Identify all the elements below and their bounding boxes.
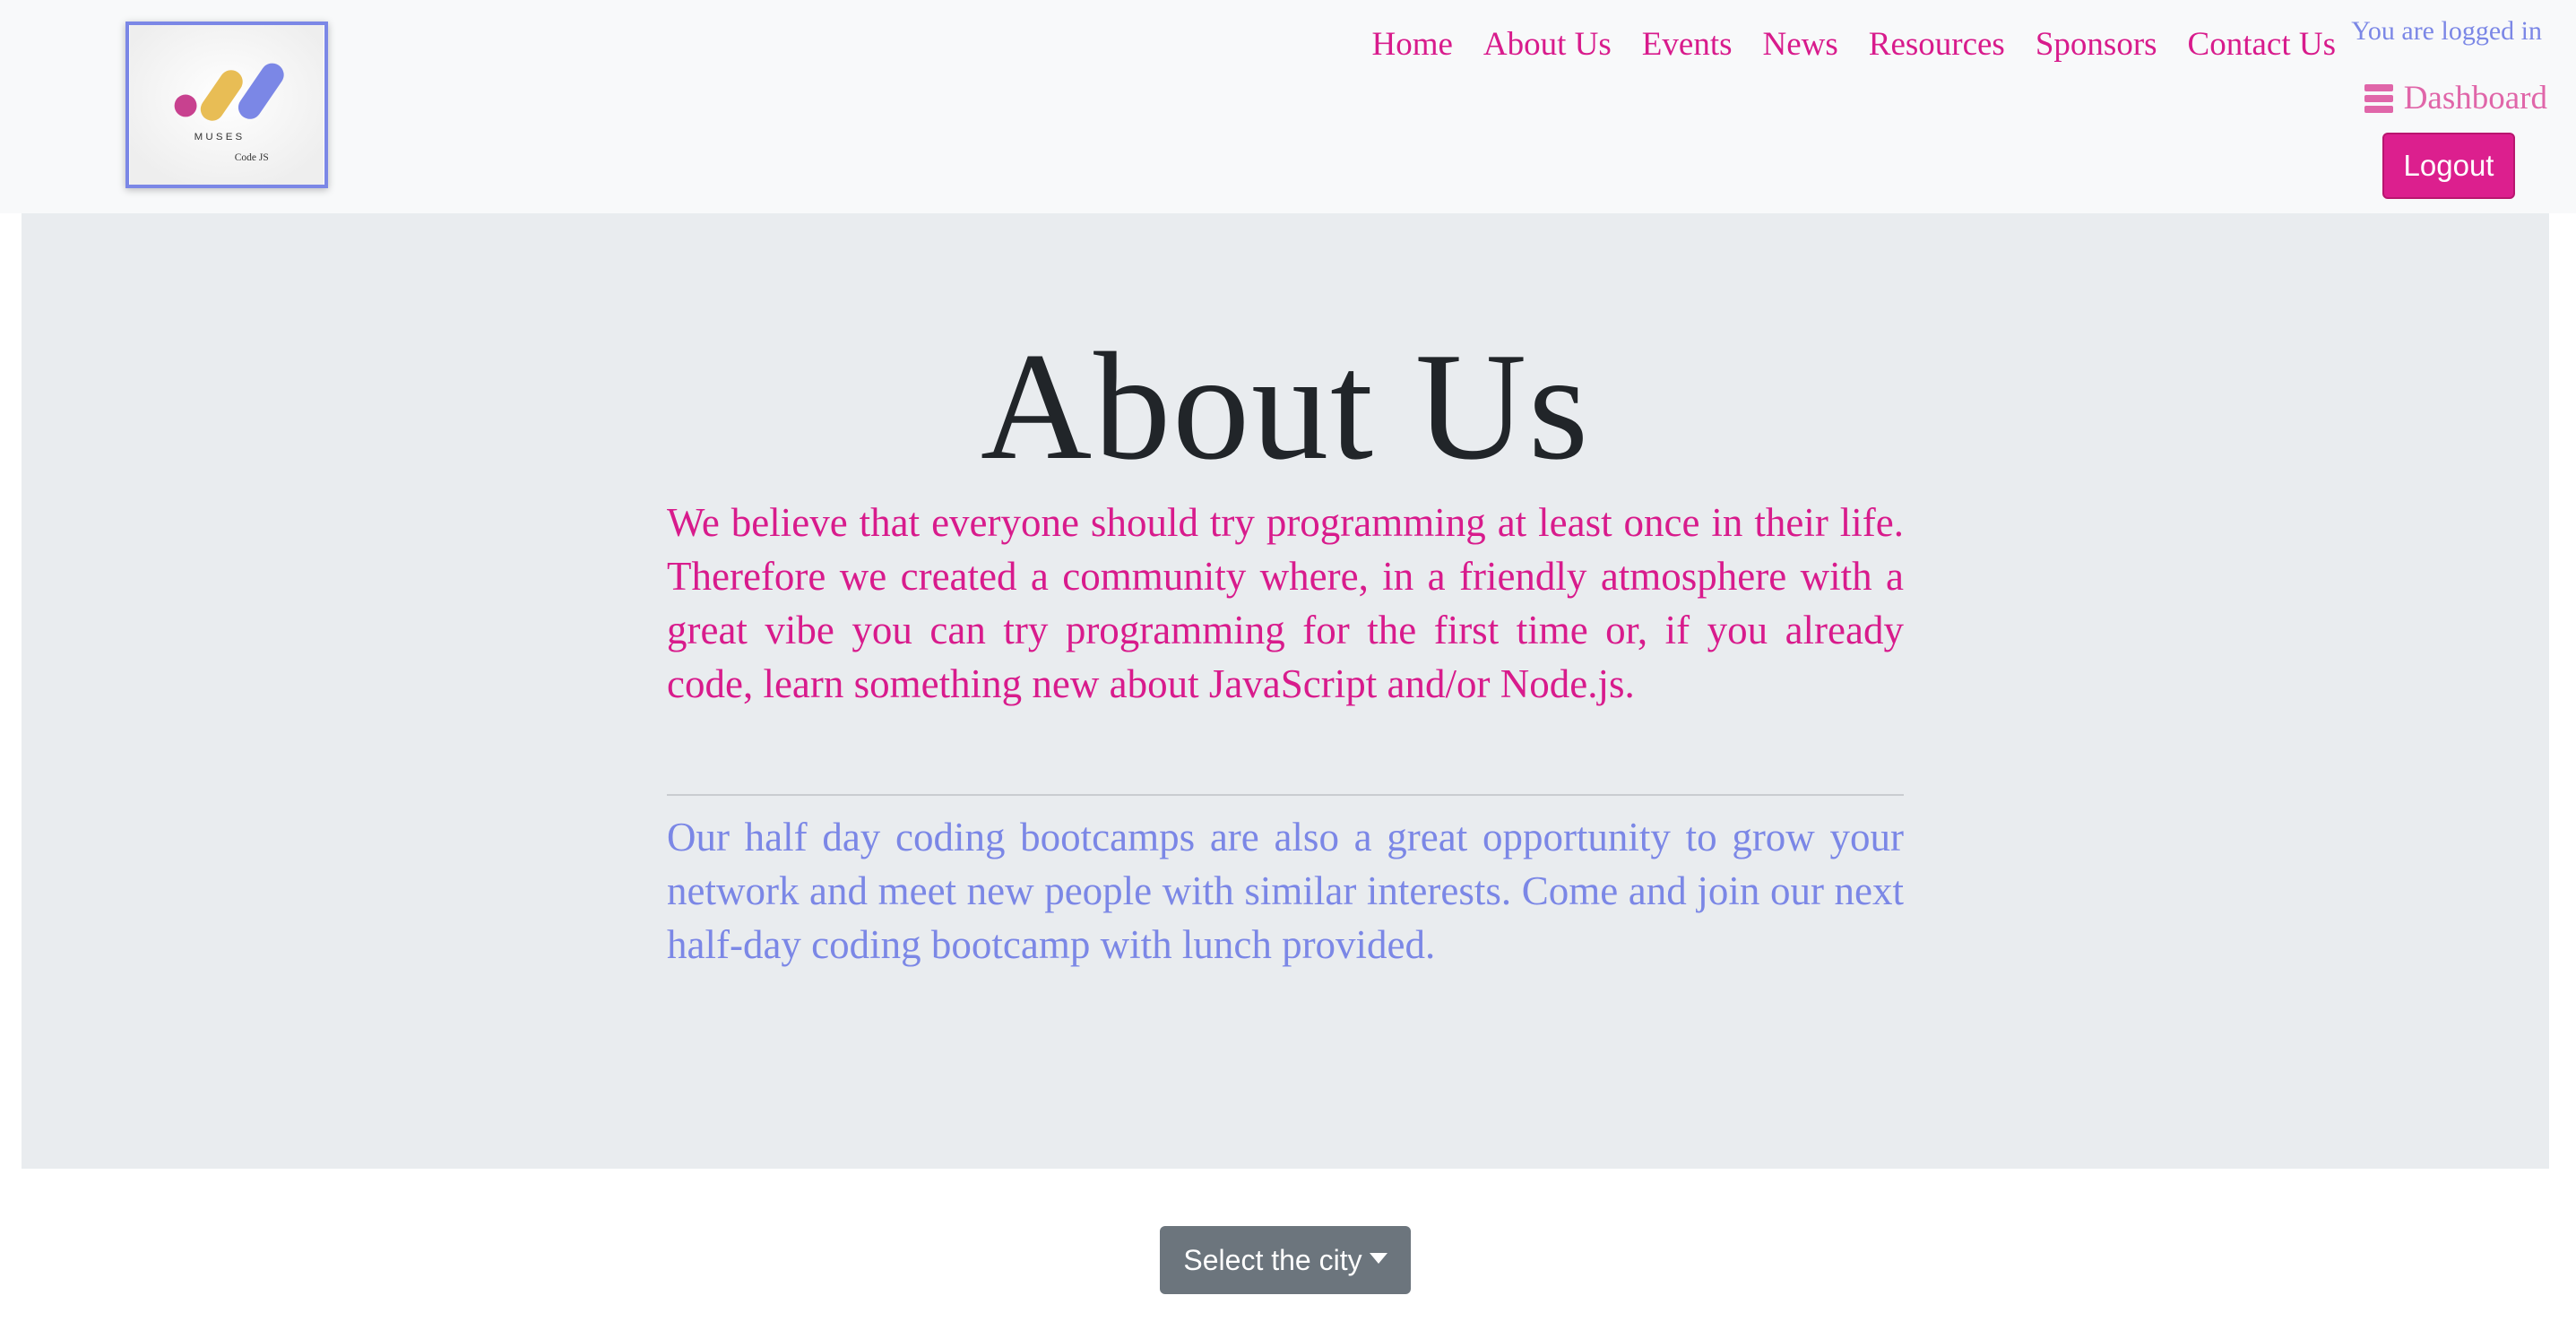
svg-text:M U S E S: M U S E S [194, 132, 243, 142]
about-jumbotron: About Us We believe that everyone should… [22, 213, 2549, 1169]
dashboard-label: Dashboard [2403, 80, 2547, 117]
page-title: About Us [980, 322, 1591, 492]
caret-down-icon [1369, 1253, 1387, 1264]
nav-link-about-us[interactable]: About Us [1483, 25, 1612, 64]
brand-logo[interactable]: M U S E S Code JS [125, 22, 328, 188]
dashboard-link[interactable]: Dashboard [2364, 79, 2547, 117]
city-select-label: Select the city [1183, 1243, 1362, 1276]
navbar: M U S E S Code JS Home About Us Events N… [0, 0, 2576, 213]
main-nav: Home About Us Events News Resources Spon… [1371, 25, 2336, 64]
login-status: You are logged in [2351, 16, 2542, 46]
city-select-dropdown[interactable]: Select the city [1160, 1226, 1411, 1294]
lead-paragraph: We believe that everyone should try prog… [667, 500, 1904, 706]
nav-link-news[interactable]: News [1763, 25, 1838, 64]
nav-link-contact-us[interactable]: Contact Us [2188, 25, 2336, 64]
nav-link-resources[interactable]: Resources [1869, 25, 2005, 64]
nav-link-home[interactable]: Home [1371, 25, 1452, 64]
muses-logo-icon: M U S E S Code JS [129, 25, 324, 185]
server-icon [2364, 83, 2393, 113]
logout-button[interactable]: Logout [2382, 133, 2515, 199]
divider [667, 794, 1904, 796]
svg-text:Code JS: Code JS [235, 152, 269, 163]
nav-link-sponsors[interactable]: Sponsors [2036, 25, 2157, 64]
secondary-paragraph: Our half day coding bootcamps are also a… [667, 815, 1904, 967]
nav-link-events[interactable]: Events [1642, 25, 1733, 64]
